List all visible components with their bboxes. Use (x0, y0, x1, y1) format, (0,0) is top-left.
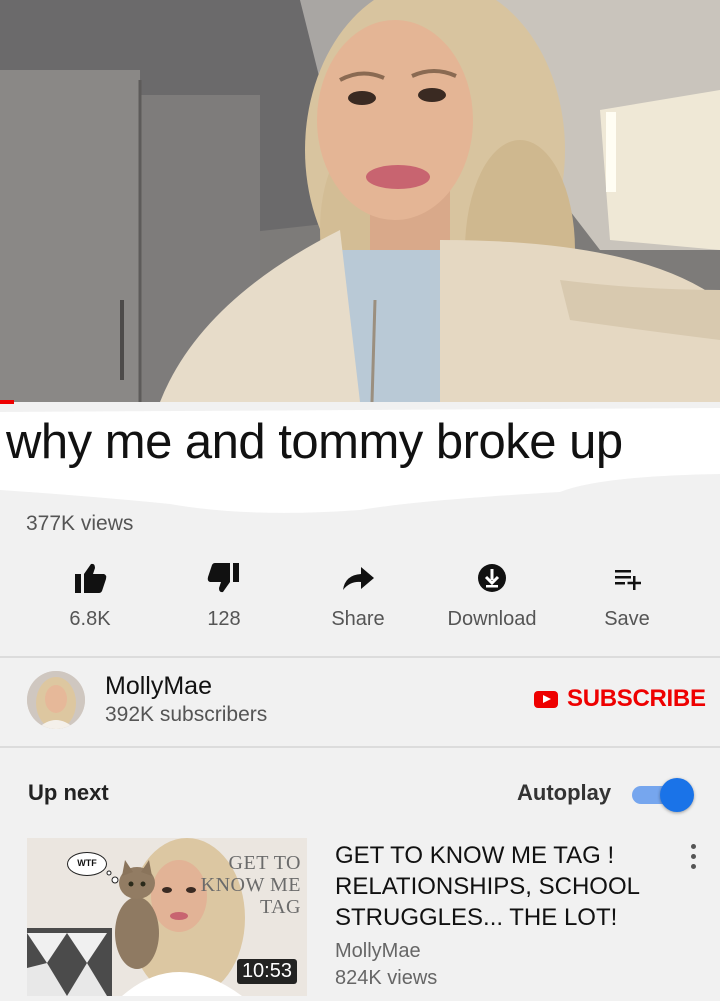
download-label: Download (447, 608, 537, 630)
toggle-knob (660, 778, 694, 812)
video-duration: 10:53 (236, 959, 297, 984)
recommended-thumbnail[interactable]: WTF GET TO KNOW ME TAG 10:53 (27, 838, 307, 996)
channel-avatar[interactable] (27, 671, 85, 729)
thumbs-up-icon (75, 563, 107, 593)
dot (691, 864, 696, 869)
share-label: Share (331, 608, 385, 630)
video-title: why me and tommy broke up (6, 415, 623, 469)
download-icon (478, 564, 506, 592)
action-row: 6.8K 128 Share Download Save (0, 556, 720, 636)
like-button[interactable]: 6.8K (25, 556, 155, 636)
dot (691, 844, 696, 849)
like-count: 6.8K (69, 608, 111, 630)
subscriber-count: 392K subscribers (105, 703, 268, 726)
youtube-logo-icon (534, 690, 558, 708)
recommended-views: 824K views (335, 967, 438, 989)
avatar-image (27, 671, 85, 729)
save-label: Save (604, 608, 650, 630)
thumbs-down-icon (207, 563, 239, 593)
dislike-button[interactable]: 128 (159, 556, 289, 636)
autoplay-label: Autoplay (517, 780, 612, 805)
view-count: 377K views (26, 512, 134, 535)
download-button[interactable]: Download (427, 556, 557, 636)
more-options-icon[interactable] (686, 842, 700, 872)
thumbnail-overlay-text: GET TO KNOW ME TAG (200, 852, 301, 918)
playlist-add-icon (615, 570, 641, 590)
subscribe-button[interactable]: SUBSCRIBE (534, 684, 706, 714)
divider (0, 746, 720, 748)
thumbnail-bubble-text: WTF (67, 852, 107, 876)
recommended-title[interactable]: GET TO KNOW ME TAG ! RELATIONSHIPS, SCHO… (335, 840, 675, 933)
recommended-channel: MollyMae (335, 940, 421, 962)
video-player[interactable] (0, 0, 720, 402)
up-next-heading: Up next (28, 780, 109, 805)
share-button[interactable]: Share (293, 556, 423, 636)
video-frame (0, 0, 720, 402)
channel-name[interactable]: MollyMae (105, 672, 212, 701)
dot (691, 854, 696, 859)
share-arrow-icon (343, 567, 374, 590)
autoplay-toggle[interactable] (630, 777, 694, 813)
save-button[interactable]: Save (562, 556, 692, 636)
dislike-count: 128 (207, 608, 241, 630)
divider (0, 656, 720, 658)
subscribe-label: SUBSCRIBE (567, 685, 706, 712)
